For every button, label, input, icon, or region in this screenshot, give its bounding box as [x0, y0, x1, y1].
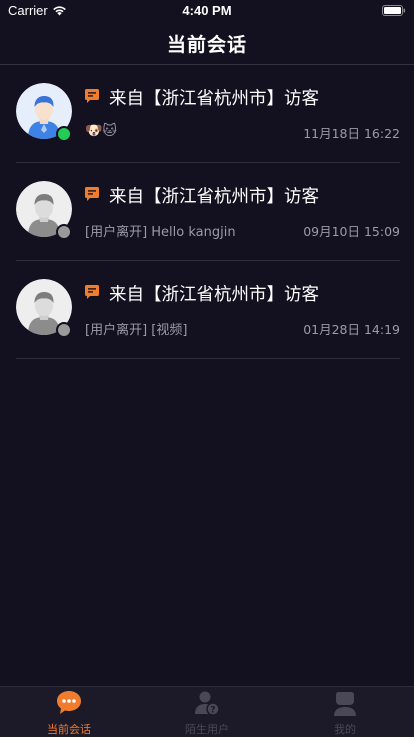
conversation-time: 09月10日 15:09 [303, 224, 400, 239]
online-status-dot [56, 126, 72, 142]
status-time: 4:40 PM [182, 3, 232, 18]
message-icon [85, 89, 99, 103]
tab-label: 我的 [334, 723, 356, 736]
unknown-user-icon: ? [195, 691, 220, 716]
profile-icon [334, 692, 356, 716]
conversation-item[interactable]: 来自【浙江省杭州市】访客 🐶🐱 11月18日 16:22 [16, 65, 400, 163]
conversation-list: 来自【浙江省杭州市】访客 🐶🐱 11月18日 16:22 来自【浙江省杭州市】访… [0, 65, 414, 359]
tab-label: 陌生用户 [185, 723, 229, 736]
conversation-time: 11月18日 16:22 [303, 126, 400, 141]
conversation-title: 来自【浙江省杭州市】访客 [109, 285, 319, 305]
tab-strangers[interactable]: ? 陌生用户 [138, 687, 276, 737]
status-bar: Carrier 4:40 PM [0, 0, 414, 22]
conversation-preview: [用户离开] Hello kangjin [85, 225, 236, 240]
conversation-title: 来自【浙江省杭州市】访客 [109, 187, 319, 207]
message-icon [85, 285, 99, 299]
offline-status-dot [56, 322, 72, 338]
conversation-item[interactable]: 来自【浙江省杭州市】访客 [用户离开] Hello kangjin 09月10日… [16, 163, 400, 261]
conversation-item[interactable]: 来自【浙江省杭州市】访客 [用户离开] [视频] 01月28日 14:19 [16, 261, 400, 359]
conversation-title: 来自【浙江省杭州市】访客 [109, 89, 319, 109]
tab-label: 当前会话 [47, 723, 91, 736]
page-title: 当前会话 [166, 34, 247, 56]
battery-icon [382, 5, 406, 16]
conversation-preview: 🐶🐱 [85, 123, 118, 139]
conversation-time: 01月28日 14:19 [303, 322, 400, 337]
tab-mine[interactable]: 我的 [276, 687, 414, 737]
conversation-preview: [用户离开] [视频] [85, 323, 188, 338]
tab-current-sessions[interactable]: 当前会话 [0, 687, 138, 737]
chat-bubble-icon [57, 691, 81, 714]
offline-status-dot [56, 224, 72, 240]
svg-text:?: ? [210, 706, 215, 716]
message-icon [85, 187, 99, 201]
nav-bar: 当前会话 [0, 22, 414, 65]
tab-bar: 当前会话 ? 陌生用户 我的 [0, 686, 414, 737]
